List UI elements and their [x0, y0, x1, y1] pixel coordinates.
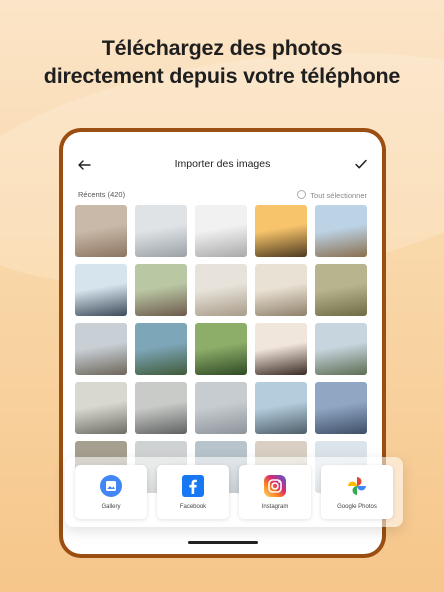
photo-thumbnail[interactable]	[75, 323, 127, 375]
page-title: Importer des images	[174, 158, 271, 170]
share-option-instagram[interactable]: Instagram	[239, 465, 311, 519]
import-source-panel: Gallery Facebook Instagram Google Photos	[65, 457, 403, 527]
headline: Téléchargez des photos directement depui…	[0, 34, 444, 90]
select-all-label: Tout sélectionner	[310, 191, 367, 200]
top-bar: Importer des images	[63, 132, 382, 182]
google-photos-icon	[345, 474, 369, 498]
photo-thumbnail[interactable]	[135, 323, 187, 375]
photo-thumbnail[interactable]	[315, 382, 367, 434]
headline-line-2: directement depuis votre téléphone	[43, 64, 401, 88]
share-option-label: Instagram	[261, 504, 289, 510]
photo-thumbnail[interactable]	[255, 264, 307, 316]
facebook-icon	[181, 474, 205, 498]
photo-thumbnail[interactable]	[195, 382, 247, 434]
photo-thumbnail[interactable]	[315, 205, 367, 257]
photo-thumbnail[interactable]	[75, 205, 127, 257]
photo-thumbnail[interactable]	[315, 323, 367, 375]
photo-thumbnail[interactable]	[135, 264, 187, 316]
home-indicator	[187, 541, 258, 544]
recent-count-label: Récents (420)	[78, 190, 126, 199]
photo-thumbnail[interactable]	[75, 382, 127, 434]
select-all-toggle[interactable]: Tout sélectionner	[297, 190, 367, 200]
gallery-icon	[99, 474, 123, 498]
share-option-label: Google Photos	[337, 504, 377, 510]
photo-thumbnail[interactable]	[135, 382, 187, 434]
share-option-facebook[interactable]: Facebook	[157, 465, 229, 519]
photo-thumbnail[interactable]	[255, 205, 307, 257]
photo-thumbnail[interactable]	[315, 264, 367, 316]
headline-line-1: Téléchargez des photos	[101, 36, 343, 60]
photo-grid	[75, 205, 371, 493]
photo-thumbnail[interactable]	[195, 205, 247, 257]
photo-thumbnail[interactable]	[195, 323, 247, 375]
photo-thumbnail[interactable]	[255, 382, 307, 434]
share-option-google-photos[interactable]: Google Photos	[321, 465, 393, 519]
photo-thumbnail[interactable]	[135, 205, 187, 257]
share-option-gallery[interactable]: Gallery	[75, 465, 147, 519]
check-icon[interactable]	[354, 157, 368, 174]
share-option-label: Gallery	[101, 504, 121, 510]
instagram-icon	[263, 474, 287, 498]
photo-thumbnail[interactable]	[195, 264, 247, 316]
radio-icon	[297, 190, 307, 199]
photo-thumbnail[interactable]	[75, 264, 127, 316]
photo-thumbnail[interactable]	[255, 323, 307, 375]
sub-bar: Récents (420) Tout sélectionner	[78, 190, 367, 202]
share-option-label: Facebook	[179, 504, 207, 510]
